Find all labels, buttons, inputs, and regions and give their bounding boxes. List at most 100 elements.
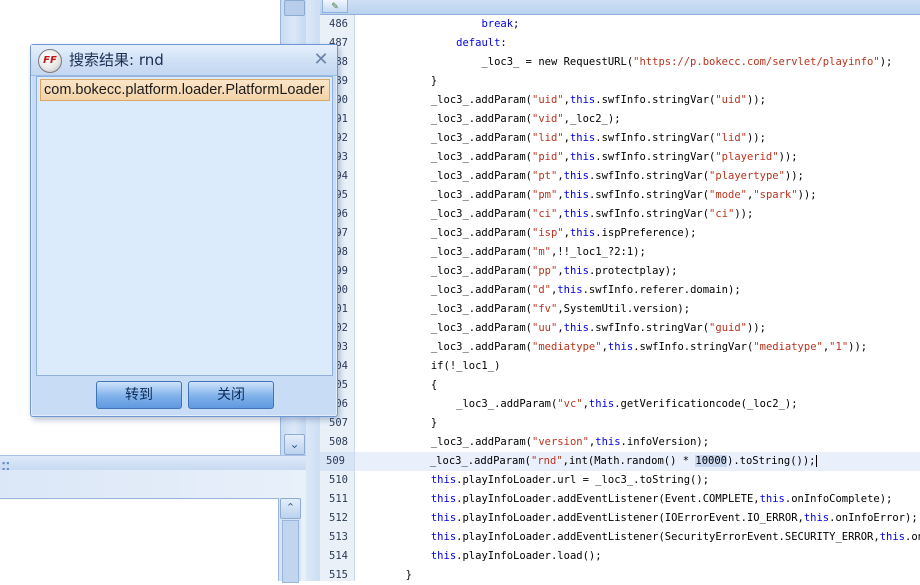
code-token: } — [355, 569, 412, 581]
text-cursor — [815, 455, 817, 467]
code-line[interactable]: _loc3_.addParam("pp",this.protectplay); — [355, 262, 678, 281]
code-line[interactable]: { — [355, 376, 437, 395]
lower-panel-scrollbar[interactable]: ⌃ — [278, 498, 301, 583]
code-line[interactable]: } — [355, 414, 437, 433]
list-item[interactable]: com.bokecc.platform.loader.PlatformLoade… — [40, 79, 330, 101]
code-line[interactable]: _loc3_.addParam("vid",_loc2_); — [355, 110, 621, 129]
keyword-token: this — [557, 284, 583, 296]
code-token: _loc3_.addParam( — [355, 265, 533, 277]
search-results-dialog: FF 搜索结果: rnd ✕ com.bokecc.platform.loade… — [30, 44, 338, 417]
code-line[interactable]: if(!_loc1_) — [355, 357, 501, 376]
code-token: _loc3_.addParam( — [355, 455, 532, 467]
keyword-token: this — [563, 208, 589, 220]
keyword-token: this — [563, 170, 589, 182]
code-token: .swfInfo.stringVar( — [595, 151, 716, 163]
code-line[interactable]: _loc3_.addParam("lid",this.swfInfo.strin… — [355, 129, 766, 148]
code-token: _loc3_.addParam( — [355, 284, 533, 296]
lower-panel: ⌃ — [0, 470, 306, 583]
code-line[interactable]: _loc3_.addParam("isp",this.ispPreference… — [355, 224, 697, 243]
code-line[interactable]: } — [355, 72, 437, 91]
code-line[interactable]: this.playInfoLoader.addEventListener(Eve… — [355, 490, 893, 509]
code-line[interactable]: _loc3_.addParam("version",this.infoVersi… — [355, 433, 709, 452]
keyword-token: this — [563, 265, 589, 277]
code-line[interactable]: } — [355, 566, 412, 581]
code-line[interactable]: _loc3_.addParam("fv",SystemUtil.version)… — [355, 300, 690, 319]
code-line[interactable]: _loc3_.addParam("pid",this.swfInfo.strin… — [355, 148, 798, 167]
code-token: .getVerificationcode(_loc2_); — [614, 398, 798, 410]
code-line[interactable]: _loc3_.addParam("m",!!_loc1_?2:1); — [355, 243, 646, 262]
code-token: _loc3_ = new RequestURL( — [355, 56, 634, 68]
code-line[interactable]: _loc3_.addParam("pm",this.swfInfo.string… — [355, 186, 817, 205]
string-token: "vc" — [557, 398, 583, 410]
keyword-token: this — [569, 94, 596, 106]
code-line[interactable]: this.playInfoLoader.url = _loc3_.toStrin… — [355, 471, 709, 490]
toolbar-button-icon[interactable]: ✎ — [322, 0, 348, 13]
current-code-line[interactable]: _loc3_.addParam("rnd",int(Math.random() … — [355, 452, 920, 471]
search-results-list[interactable]: com.bokecc.platform.loader.PlatformLoade… — [36, 76, 333, 376]
code-token: .protectplay); — [588, 265, 678, 277]
scroll-down-icon[interactable]: ⌄ — [284, 434, 305, 455]
code-line[interactable]: _loc3_.addParam("uid",this.swfInfo.strin… — [355, 91, 766, 110]
string-token: "rnd" — [531, 455, 563, 467]
code-token: ).toString()); — [727, 455, 816, 467]
string-token: "vid" — [532, 113, 564, 125]
code-line[interactable]: _loc3_.addParam("uu",this.swfInfo.string… — [355, 319, 766, 338]
string-token: "lid" — [715, 132, 747, 144]
code-token: )); — [746, 132, 766, 144]
code-editor[interactable]: break; default: _loc3_ = new RequestURL(… — [355, 15, 920, 581]
code-token: _loc3_.addParam( — [355, 94, 533, 106]
code-line[interactable]: default: — [355, 34, 507, 53]
code-token: .playInfoLoader.addEventListener(Event.C… — [456, 493, 760, 505]
goto-button[interactable]: 转到 — [96, 381, 182, 409]
pane-splitter[interactable]: ▪▪ ▪▪ — [0, 455, 306, 474]
string-token: "pp" — [532, 265, 558, 277]
code-token: .onInfoError); — [905, 531, 920, 543]
code-line[interactable]: _loc3_ = new RequestURL("https://p.bokec… — [355, 53, 892, 72]
code-line[interactable]: _loc3_.addParam("d",this.swfInfo.referer… — [355, 281, 741, 300]
close-icon[interactable]: ✕ — [311, 50, 331, 70]
string-token: "ci" — [709, 208, 735, 220]
ffdec-logo-icon: FF — [38, 49, 62, 73]
code-token: ,_loc2_); — [563, 113, 621, 125]
code-line[interactable]: this.playInfoLoader.load(); — [355, 547, 602, 566]
string-token: "version" — [532, 436, 589, 448]
scrollbar-thumb[interactable] — [284, 0, 305, 16]
keyword-token: this — [607, 341, 634, 353]
code-line[interactable]: _loc3_.addParam("vc",this.getVerificatio… — [355, 395, 798, 414]
code-line[interactable]: this.playInfoLoader.addEventListener(IOE… — [355, 509, 918, 528]
keyword-token: this — [803, 512, 830, 524]
string-token: "playerid" — [715, 151, 779, 163]
code-token: .swfInfo.stringVar( — [633, 341, 754, 353]
keyword-token: this — [430, 474, 457, 486]
line-number: 508 — [329, 436, 348, 448]
code-token: ,SystemUtil.version); — [557, 303, 691, 315]
keyword-token: this — [430, 550, 457, 562]
lower-panel-content — [0, 498, 278, 582]
code-token: .playInfoLoader.load(); — [456, 550, 602, 562]
code-token: .onInfoError); — [829, 512, 918, 524]
dialog-title: 搜索结果: rnd — [69, 51, 164, 69]
string-token: "guid" — [709, 322, 747, 334]
code-line[interactable]: this.playInfoLoader.addEventListener(Sec… — [355, 528, 920, 547]
scroll-up-icon[interactable]: ⌃ — [280, 498, 301, 519]
dialog-titlebar[interactable]: FF 搜索结果: rnd ✕ — [31, 45, 337, 76]
string-token: "pm" — [532, 189, 558, 201]
keyword-token: default — [456, 37, 501, 49]
string-token: "uid" — [715, 94, 747, 106]
close-button[interactable]: 关闭 — [188, 381, 274, 409]
code-line[interactable]: break; — [355, 15, 519, 34]
code-token: .swfInfo.stringVar( — [588, 189, 710, 201]
code-line[interactable]: _loc3_.addParam("mediatype",this.swfInfo… — [355, 338, 867, 357]
string-token: "d" — [532, 284, 551, 296]
code-line[interactable]: _loc3_.addParam("ci",this.swfInfo.string… — [355, 205, 753, 224]
code-line[interactable]: _loc3_.addParam("pt",this.swfInfo.string… — [355, 167, 804, 186]
scrollbar-thumb[interactable] — [282, 520, 299, 583]
code-token: .swfInfo.stringVar( — [588, 322, 710, 334]
line-number: 514 — [329, 550, 348, 562]
